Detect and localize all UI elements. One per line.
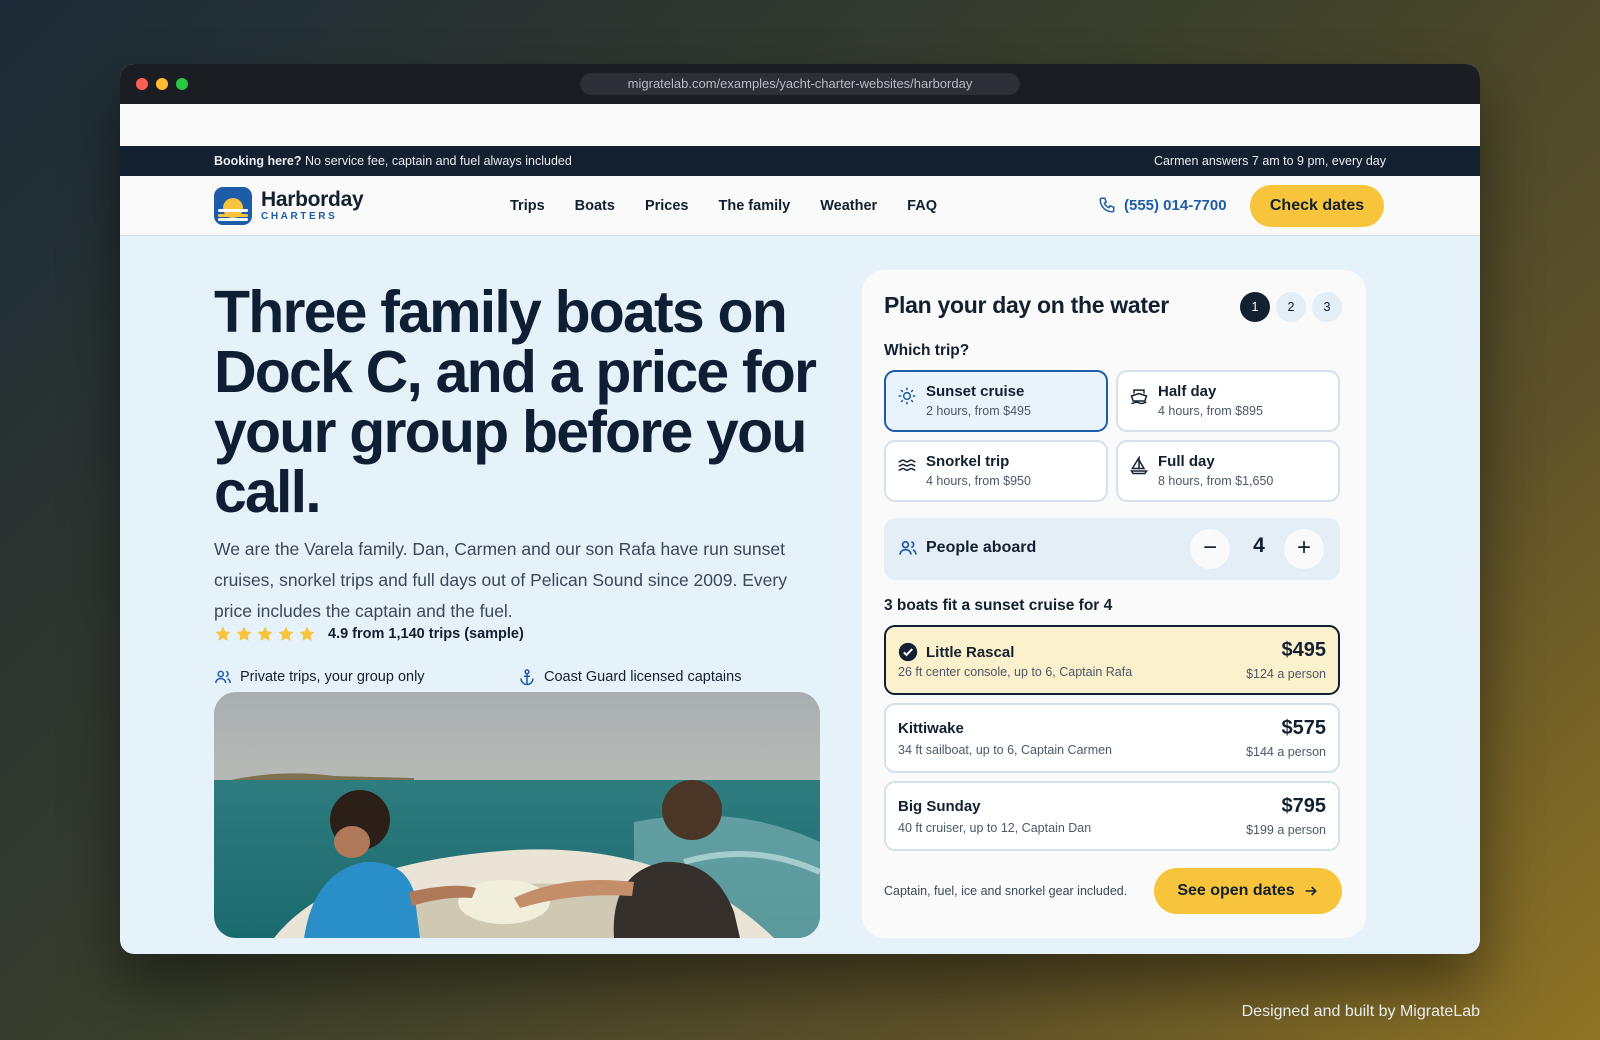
people-icon [899,540,917,555]
browser-window: migratelab.com/examples/yacht-charter-we… [120,64,1480,954]
phone-number: (555) 014-7700 [1124,196,1227,214]
trip-name: Snorkel trip [926,453,1010,470]
decrease-people-button[interactable]: − [1190,529,1230,569]
phone-icon [1099,197,1115,213]
check-circle-icon [898,642,918,662]
boat-option-big-sunday[interactable]: Big Sunday 40 ft cruiser, up to 12, Capt… [884,781,1340,851]
boat-name-group: Little Rascal [898,642,1014,662]
trip-option-half-day[interactable]: Half day 4 hours, from $895 [1116,370,1340,432]
browser-blank-strip [120,104,1480,146]
hero-title: Three family boats on Dock C, and a pric… [214,279,817,525]
people-aboard-row: People aboard − 4 + [884,518,1340,580]
trip-name: Half day [1158,383,1217,400]
step-1[interactable]: 1 [1240,292,1270,322]
boat-option-little-rascal[interactable]: Little Rascal 26 ft center console, up t… [884,625,1340,695]
minimize-window-dot[interactable] [156,78,168,90]
maximize-window-dot[interactable] [176,78,188,90]
people-label-group: People aboard [898,538,1036,558]
people-icon [215,670,231,684]
anchor-icon [520,669,534,686]
trip-label: Which trip? [884,342,970,359]
main-nav: Trips Boats Prices The family Weather FA… [510,176,937,236]
see-open-dates-button[interactable]: See open dates [1154,868,1342,914]
feature-private: Private trips, your group only [214,668,425,686]
phone-link[interactable]: (555) 014-7700 [1098,196,1227,214]
star-icon [236,626,252,641]
feature-private-text: Private trips, your group only [240,669,425,685]
increase-people-button[interactable]: + [1284,529,1324,569]
trip-name: Sunset cruise [926,383,1025,400]
trip-option-full-day[interactable]: Full day 8 hours, from $1,650 [1116,440,1340,502]
star-icon [299,626,315,641]
see-open-dates-label: See open dates [1177,882,1295,899]
boat-detail: 26 ft center console, up to 6, Captain R… [898,665,1133,679]
announcement-bold: Booking here? [214,154,302,168]
trip-detail: 4 hours, from $895 [1158,404,1263,418]
trip-detail: 4 hours, from $950 [926,474,1031,488]
sun-waves-logo-icon [214,187,252,225]
nav-item-prices[interactable]: Prices [645,198,689,214]
boat-per-person: $199 a person [1246,823,1326,837]
boats-heading: 3 boats fit a sunset cruise for 4 [884,597,1113,614]
brand-logo[interactable]: Harborday CHARTERS [214,187,364,225]
announcement-right: Carmen answers 7 am to 9 pm, every day [1153,154,1386,168]
boat-detail: 34 ft sailboat, up to 6, Captain Carmen [898,743,1113,757]
feature-licensed: Coast Guard licensed captains [518,668,741,686]
boat-price: $495 [1281,639,1327,661]
star-icon [257,626,273,641]
site-header: Harborday CHARTERS Trips Boats Prices Th… [120,176,1480,236]
boat-detail: 40 ft cruiser, up to 12, Captain Dan [898,821,1092,835]
nav-item-boats[interactable]: Boats [575,198,615,214]
waves-icon [898,459,916,471]
included-note: Captain, fuel, ice and snorkel gear incl… [884,884,1128,898]
close-window-dot[interactable] [136,78,148,90]
trip-name: Full day [1158,453,1215,470]
nav-item-trips[interactable]: Trips [510,198,545,214]
feature-licensed-text: Coast Guard licensed captains [544,669,742,685]
rating-row: 4.9 from 1,140 trips (sample) [214,625,524,643]
trip-option-sunset-cruise[interactable]: Sunset cruise 2 hours, from $495 [884,370,1108,432]
rating-text: 4.9 from 1,140 trips (sample) [328,626,524,642]
boat-per-person: $124 a person [1246,667,1326,681]
step-indicator: 1 2 3 [1240,292,1342,322]
hero-paragraph: We are the Varela family. Dan, Carmen an… [214,539,787,621]
boat-price: $795 [1281,795,1327,817]
address-bar[interactable]: migratelab.com/examples/yacht-charter-we… [580,73,1020,95]
star-icon [215,626,231,641]
announcement-bar: Booking here? No service fee, captain an… [120,146,1480,176]
star-rating [214,625,316,643]
nav-item-weather[interactable]: Weather [820,198,877,214]
boat-name: Big Sunday [898,798,981,815]
star-icon [278,626,294,641]
trip-planner-panel: Plan your day on the water 1 2 3 Which t… [862,270,1366,938]
sun-icon [898,387,916,405]
brand-sub: CHARTERS [261,211,338,222]
boat-name: Kittiwake [898,720,964,737]
people-count: 4 [1253,534,1265,557]
sailboat-icon [1130,456,1148,475]
boat-price: $575 [1281,717,1327,739]
arrow-right-icon [1305,886,1317,896]
announcement-text: No service fee, captain and fuel always … [305,154,572,168]
step-3[interactable]: 3 [1312,292,1342,322]
brand-name: Harborday [261,188,364,211]
trip-option-snorkel-trip[interactable]: Snorkel trip 4 hours, from $950 [884,440,1108,502]
trip-detail: 2 hours, from $495 [926,404,1031,418]
boat-per-person: $144 a person [1246,745,1326,759]
boat-name: Little Rascal [926,643,1015,661]
nav-item-faq[interactable]: FAQ [907,198,937,214]
hero-photo [214,692,820,938]
credit-text: Designed and built by MigrateLab [1241,1003,1480,1020]
announcement-left: Booking here? No service fee, captain an… [214,154,572,168]
check-dates-button[interactable]: Check dates [1250,185,1384,227]
step-2[interactable]: 2 [1276,292,1306,322]
boat-option-kittiwake[interactable]: Kittiwake 34 ft sailboat, up to 6, Capta… [884,703,1340,773]
trip-detail: 8 hours, from $1,650 [1158,474,1274,488]
boat-icon [1130,389,1148,405]
nav-item-the-family[interactable]: The family [719,198,791,214]
browser-titlebar: migratelab.com/examples/yacht-charter-we… [120,64,1480,104]
people-label: People aboard [926,539,1037,556]
planner-title: Plan your day on the water [884,292,1169,318]
